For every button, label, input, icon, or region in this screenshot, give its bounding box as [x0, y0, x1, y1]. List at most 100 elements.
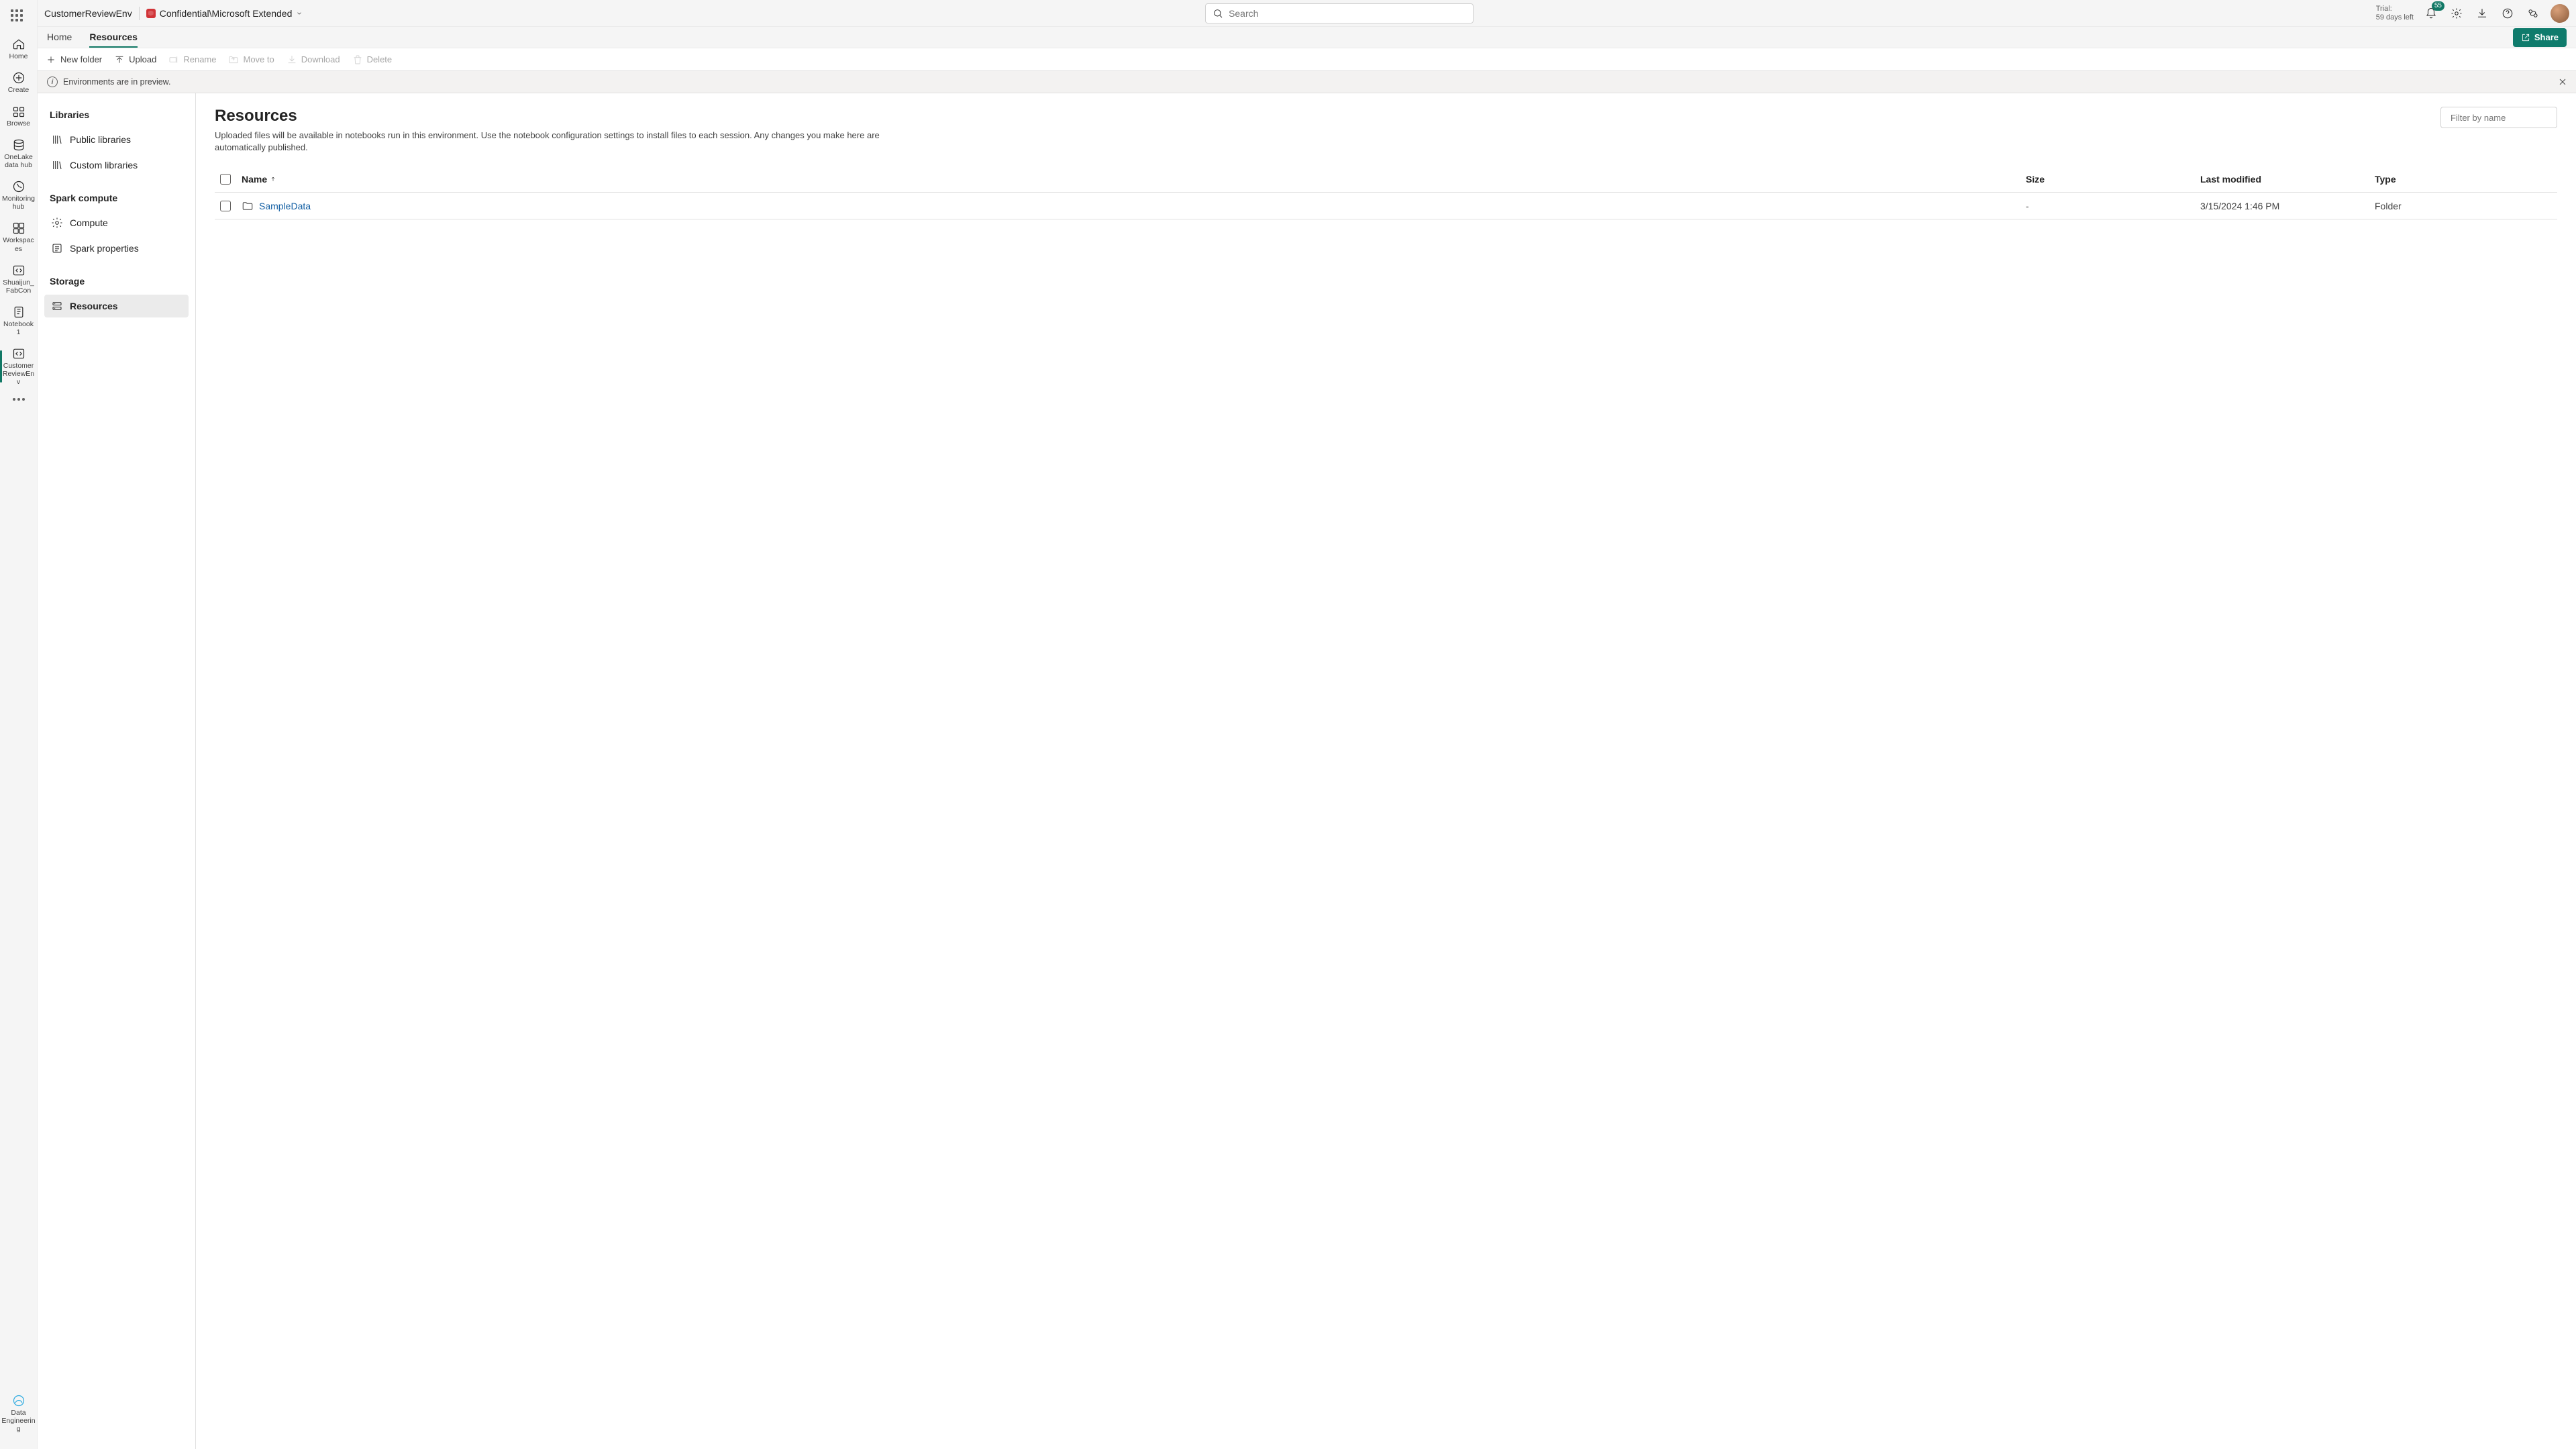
row-name: SampleData — [259, 201, 311, 211]
col-type[interactable]: Type — [2375, 174, 2549, 185]
new-folder-label: New folder — [60, 54, 102, 64]
trash-icon — [352, 54, 363, 65]
rail-workspaces[interactable]: Workspaces — [0, 216, 37, 258]
col-name-label: Name — [242, 174, 267, 185]
rail-home-label: Home — [9, 52, 28, 60]
search-input[interactable] — [1229, 8, 1466, 19]
table-row[interactable]: SampleData - 3/15/2024 1:46 PM Folder — [215, 193, 2557, 219]
properties-icon — [51, 242, 63, 254]
rail-recent-workspace[interactable]: Shuaijun_FabCon — [0, 258, 37, 300]
sidebar-public-libraries[interactable]: Public libraries — [44, 128, 189, 151]
trial-label: Trial: — [2376, 5, 2414, 13]
share-icon — [2521, 33, 2530, 42]
rail-persona-label: Data Engineering — [1, 1409, 36, 1433]
row-type: Folder — [2375, 201, 2549, 211]
sensitivity-dropdown[interactable]: Confidential\Microsoft Extended — [146, 8, 303, 19]
filter-input[interactable] — [2451, 113, 2569, 123]
monitoring-icon — [12, 180, 25, 193]
sidebar-compute-label: Compute — [70, 217, 108, 228]
trial-remaining: 59 days left — [2376, 13, 2414, 21]
sidebar-resources[interactable]: Resources — [44, 295, 189, 317]
sidebar-spark-properties[interactable]: Spark properties — [44, 237, 189, 260]
rail-persona[interactable]: Data Engineering — [0, 1389, 37, 1438]
tabs-row: Home Resources Share — [38, 27, 2576, 48]
move-label: Move to — [243, 54, 274, 64]
feedback-icon — [2527, 7, 2539, 19]
settings-sidebar: Libraries Public libraries Custom librar… — [38, 93, 196, 1449]
toolbar: New folder Upload Rename Move to Downloa… — [38, 48, 2576, 71]
tab-resources[interactable]: Resources — [89, 27, 138, 48]
rail-home[interactable]: Home — [0, 32, 37, 66]
move-button: Move to — [228, 54, 274, 65]
move-icon — [228, 54, 239, 65]
trial-status: Trial: 59 days left — [2376, 5, 2414, 21]
rail-workspaces-label: Workspaces — [1, 236, 36, 252]
account-avatar[interactable] — [2551, 4, 2569, 23]
share-button[interactable]: Share — [2513, 28, 2567, 47]
body: Libraries Public libraries Custom librar… — [38, 93, 2576, 1449]
rail-onelake[interactable]: OneLake data hub — [0, 133, 37, 174]
upload-button[interactable]: Upload — [114, 54, 156, 65]
new-folder-button[interactable]: New folder — [46, 54, 102, 65]
help-button[interactable] — [2500, 5, 2516, 21]
delete-button: Delete — [352, 54, 393, 65]
rail-create-label: Create — [8, 86, 30, 94]
close-icon[interactable] — [2557, 77, 2568, 87]
download-tool-icon — [287, 54, 297, 65]
rail-onelake-label: OneLake data hub — [1, 153, 36, 169]
search-icon — [1213, 8, 1223, 19]
home-icon — [12, 38, 25, 51]
page-title: Resources — [215, 107, 2427, 126]
sidebar-compute[interactable]: Compute — [44, 211, 189, 234]
topbar: CustomerReviewEnv Confidential\Microsoft… — [38, 0, 2576, 27]
rail-browse[interactable]: Browse — [0, 99, 37, 133]
rename-label: Rename — [183, 54, 216, 64]
select-all-checkbox[interactable] — [220, 174, 231, 185]
col-name[interactable]: Name — [242, 174, 2026, 185]
plus-icon — [46, 54, 56, 65]
row-modified: 3/15/2024 1:46 PM — [2200, 201, 2375, 211]
chevron-down-icon — [296, 10, 303, 17]
row-size: - — [2026, 201, 2200, 211]
settings-button[interactable] — [2449, 5, 2465, 21]
rail-browse-label: Browse — [7, 119, 30, 128]
download-manager-button[interactable] — [2474, 5, 2490, 21]
row-name-cell[interactable]: SampleData — [242, 200, 2026, 212]
environment-icon — [12, 347, 25, 360]
rail-recent-notebook[interactable]: Notebook 1 — [0, 300, 37, 342]
rail-create[interactable]: Create — [0, 66, 37, 99]
code-brackets-icon — [12, 264, 25, 277]
rail-more[interactable] — [13, 391, 25, 407]
rail-recent-notebook-label: Notebook 1 — [1, 320, 36, 336]
resources-icon — [51, 300, 63, 312]
row-checkbox[interactable] — [220, 201, 231, 211]
feedback-button[interactable] — [2525, 5, 2541, 21]
col-size[interactable]: Size — [2026, 174, 2200, 185]
global-search[interactable] — [1205, 3, 1474, 23]
page-header: Resources Uploaded files will be availab… — [215, 107, 2557, 154]
download-icon — [2476, 7, 2488, 19]
sensitivity-label: Confidential\Microsoft Extended — [160, 8, 293, 19]
data-engineering-icon — [12, 1394, 25, 1407]
library-custom-icon — [51, 159, 63, 171]
notifications-button[interactable]: 55 — [2423, 5, 2439, 21]
download-button: Download — [287, 54, 340, 65]
rail-monitoring[interactable]: Monitoring hub — [0, 174, 37, 216]
sidebar-custom-libraries[interactable]: Custom libraries — [44, 154, 189, 177]
col-modified[interactable]: Last modified — [2200, 174, 2375, 185]
download-label: Download — [301, 54, 340, 64]
notebook-icon — [12, 305, 25, 319]
divider — [139, 7, 140, 20]
rename-button: Rename — [168, 54, 216, 65]
filter-box[interactable] — [2440, 107, 2557, 128]
share-button-label: Share — [2534, 32, 2559, 42]
info-icon: i — [47, 77, 58, 87]
sidebar-spark-properties-label: Spark properties — [70, 243, 139, 254]
left-rail: Home Create Browse OneLake data hub Moni… — [0, 0, 38, 1449]
delete-label: Delete — [367, 54, 393, 64]
resources-table: Name Size Last modified Type SampleData — [215, 166, 2557, 219]
app-launcher-icon[interactable] — [11, 9, 27, 26]
section-storage: Storage — [44, 272, 189, 292]
tab-home[interactable]: Home — [47, 27, 72, 48]
rail-recent-env[interactable]: CustomerReviewEnv — [0, 342, 37, 391]
